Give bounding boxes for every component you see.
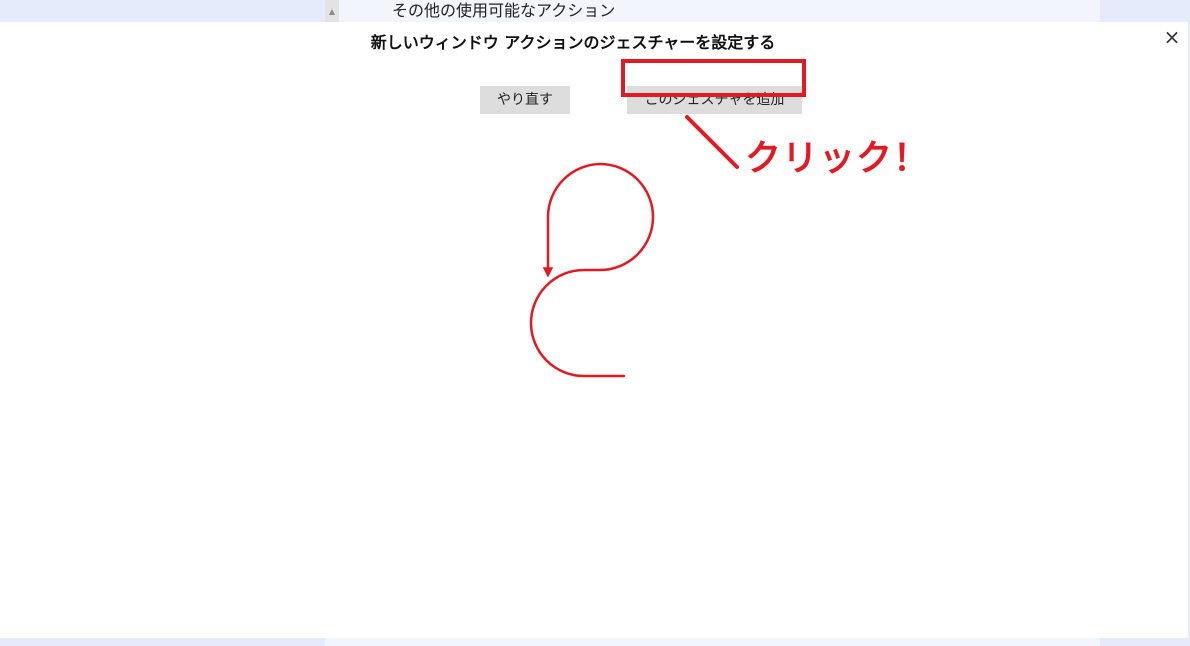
annotation-overlay bbox=[529, 115, 739, 378]
annotation-pointer-line bbox=[685, 115, 739, 169]
annotation-click-label: クリック！ bbox=[745, 138, 931, 179]
gesture-stroke-icon bbox=[529, 162, 655, 378]
screen: ▲ その他の使用可能なアクション 新しいウィンドウ アクションのジェスチャーを設… bbox=[0, 0, 1190, 646]
